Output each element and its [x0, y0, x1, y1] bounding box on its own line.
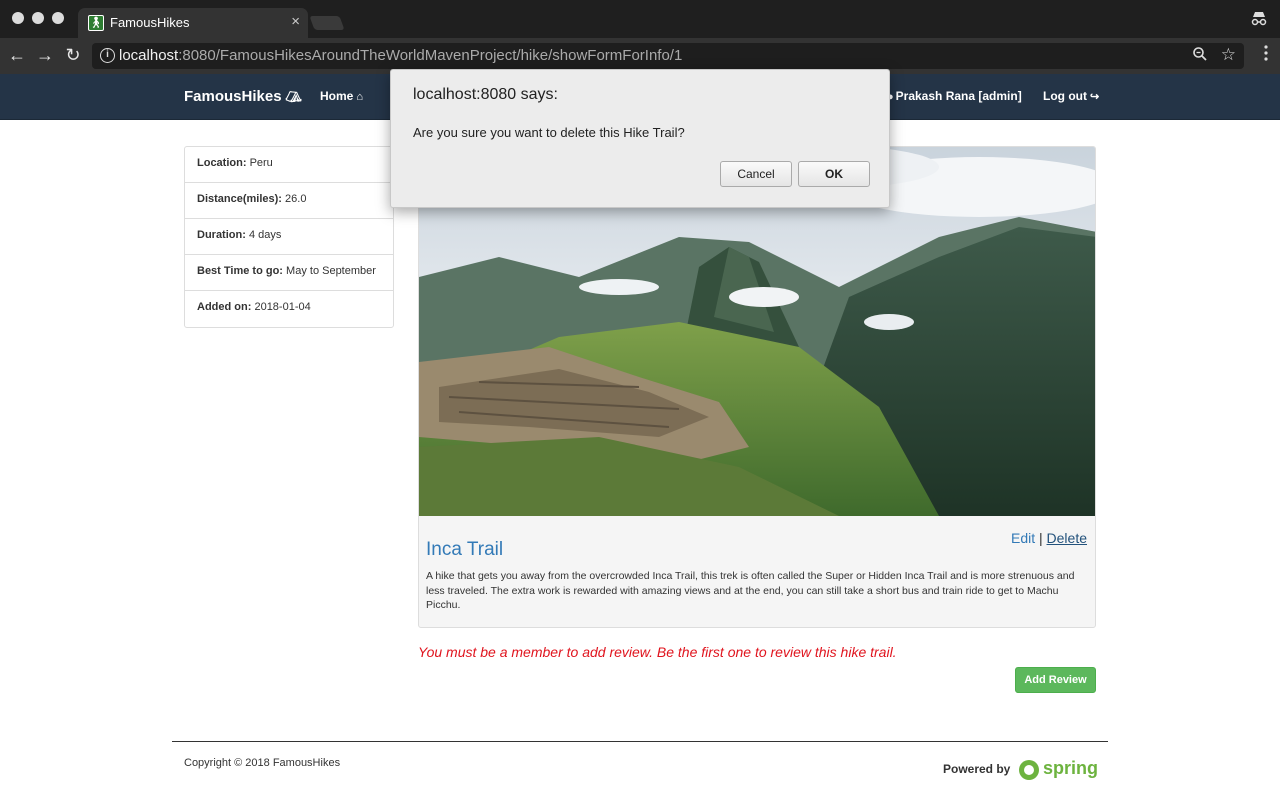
cancel-button[interactable]: Cancel: [720, 161, 792, 187]
window-zoom-dot[interactable]: [52, 12, 64, 24]
window-minimize-dot[interactable]: [32, 12, 44, 24]
footer-divider: [172, 741, 1108, 742]
footer-copyright: Copyright © 2018 FamousHikes: [184, 757, 341, 769]
hike-card: Edit | Delete Inca Trail A hike that get…: [418, 146, 1096, 628]
add-review-button[interactable]: Add Review: [1015, 667, 1096, 693]
member-warning-message: You must be a member to add review. Be t…: [418, 644, 897, 660]
browser-tab-strip: 🚶︎ FamousHikes ×: [0, 0, 1280, 38]
tab-title: FamousHikes: [110, 15, 190, 30]
info-distance: Distance(miles): 26.0: [185, 183, 393, 219]
dialog-title: localhost:8080 says:: [413, 86, 558, 103]
nav-home-link[interactable]: Home ⌂: [320, 89, 363, 103]
url-text[interactable]: localhost:8080/FamousHikesAroundTheWorld…: [119, 47, 682, 64]
zoom-icon[interactable]: [1192, 46, 1208, 67]
browser-menu-icon[interactable]: [1264, 45, 1268, 61]
spring-leaf-icon: [1019, 760, 1039, 780]
dialog-message: Are you sure you want to delete this Hik…: [413, 125, 685, 140]
info-location: Location: Peru: [185, 147, 393, 183]
nav-logout-link[interactable]: Log out ↪: [1043, 89, 1099, 103]
info-best-time: Best Time to go: May to September: [185, 255, 393, 291]
bookmark-star-icon[interactable]: ☆: [1221, 45, 1236, 65]
incognito-icon: [1250, 9, 1268, 27]
edit-link[interactable]: Edit: [1011, 530, 1035, 546]
action-separator: |: [1039, 530, 1043, 546]
new-tab-button[interactable]: [309, 16, 345, 30]
hike-actions: Edit | Delete: [1011, 530, 1087, 546]
confirm-dialog: localhost:8080 says: Are you sure you wa…: [390, 69, 890, 208]
ok-button[interactable]: OK: [798, 161, 870, 187]
nav-logout-label: Log out: [1043, 89, 1087, 103]
nav-user-label: Prakash Rana [admin]: [895, 89, 1022, 103]
powered-by-label: Powered by: [943, 762, 1011, 776]
spring-wordmark: spring: [1043, 758, 1099, 778]
info-added-on: Added on: 2018-01-04: [197, 301, 311, 313]
tab-close-icon[interactable]: ×: [291, 13, 300, 30]
favicon-icon: 🚶︎: [88, 15, 104, 31]
browser-tab[interactable]: 🚶︎ FamousHikes ×: [78, 8, 308, 38]
brand-link[interactable]: FamousHikes ⛺︎: [184, 88, 302, 105]
hike-title: Inca Trail: [426, 539, 504, 560]
tent-icon: ⛺︎: [285, 89, 303, 104]
hike-description: A hike that gets you away from the overc…: [426, 570, 1075, 611]
delete-link[interactable]: Delete: [1047, 530, 1087, 546]
hike-info-list: Location: Peru Distance(miles): 26.0 Dur…: [184, 146, 394, 328]
nav-home-label: Home: [320, 89, 354, 103]
nav-user-link[interactable]: ● Prakash Rana [admin]: [887, 89, 1022, 103]
info-duration: Duration: 4 days: [185, 219, 393, 255]
back-arrow-icon[interactable]: ←: [6, 44, 28, 66]
address-bar[interactable]: i localhost:8080/FamousHikesAroundTheWor…: [92, 43, 1244, 69]
logout-icon: ↪: [1089, 91, 1100, 103]
forward-arrow-icon[interactable]: →: [34, 44, 56, 66]
home-icon: ⌂: [356, 91, 363, 103]
spring-logo: spring: [1019, 758, 1098, 783]
brand-name: FamousHikes: [184, 88, 282, 105]
site-info-icon[interactable]: i: [100, 48, 115, 63]
reload-icon[interactable]: ↻: [62, 44, 84, 66]
window-close-dot[interactable]: [12, 12, 24, 24]
